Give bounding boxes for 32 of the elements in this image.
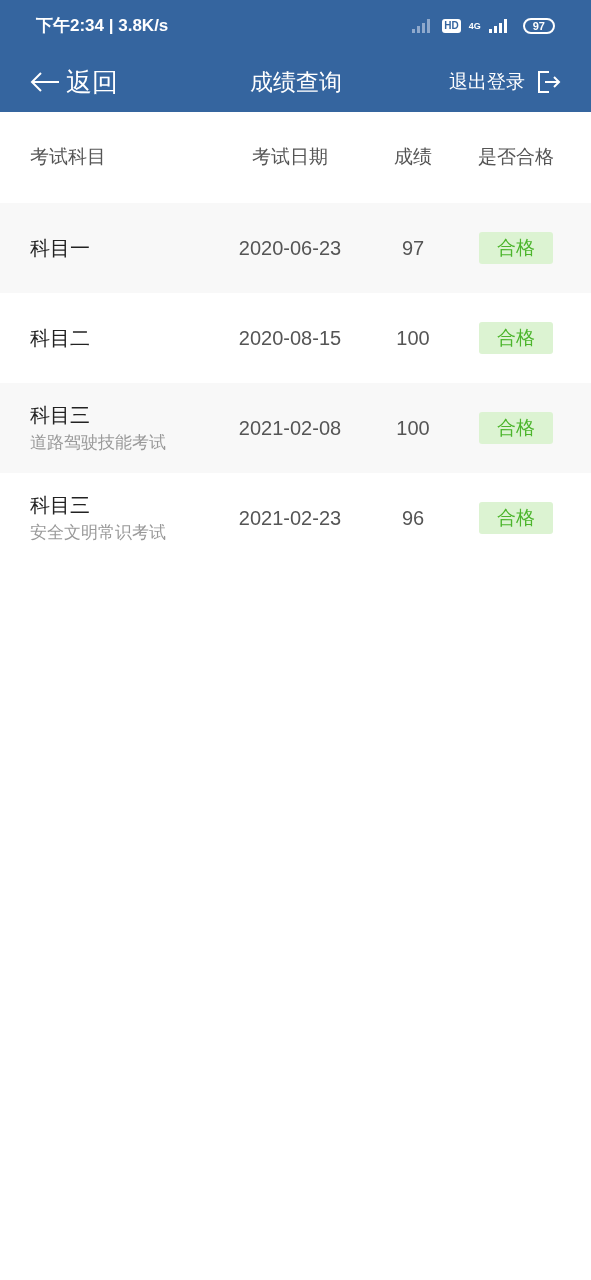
subject-name: 科目一 xyxy=(30,236,91,261)
subject-name: 科目三 xyxy=(30,403,91,429)
logout-icon xyxy=(537,70,561,94)
subject-name: 科目二 xyxy=(30,326,91,351)
result-tag: 合格 xyxy=(479,231,553,265)
subject-note: 安全文明常识考试 xyxy=(30,522,167,545)
score: 96 xyxy=(400,506,426,531)
result-tag: 合格 xyxy=(479,501,553,535)
battery-indicator: 97 xyxy=(522,18,555,34)
network-label: 4G xyxy=(468,21,481,31)
score: 97 xyxy=(400,236,426,261)
column-header: 是否合格 xyxy=(477,145,555,170)
exam-date: 2021-02-23 xyxy=(237,506,343,531)
subject-note: 道路驾驶技能考试 xyxy=(30,432,167,455)
score: 100 xyxy=(395,326,431,351)
subject-name: 科目三 xyxy=(30,493,91,519)
column-header: 考试日期 xyxy=(251,145,329,170)
column-header: 考试科目 xyxy=(30,145,107,170)
arrow-left-icon xyxy=(30,72,60,92)
back-button[interactable]: 返回 xyxy=(30,62,118,102)
result-tag: 合格 xyxy=(479,321,553,355)
score: 100 xyxy=(395,416,431,441)
result-tag: 合格 xyxy=(479,411,553,445)
exam-date: 2021-02-08 xyxy=(237,416,343,441)
hd-badge: HD xyxy=(442,19,461,33)
signal-icon xyxy=(488,19,509,33)
exam-date: 2020-08-15 xyxy=(237,326,343,351)
status-time: 下午2:34 | 3.8K/s xyxy=(36,15,169,38)
exam-date: 2020-06-23 xyxy=(237,236,343,261)
column-header: 成绩 xyxy=(393,145,433,170)
logout-button[interactable]: 退出登录 xyxy=(449,67,561,97)
page-title: 成绩查询 xyxy=(249,67,342,97)
